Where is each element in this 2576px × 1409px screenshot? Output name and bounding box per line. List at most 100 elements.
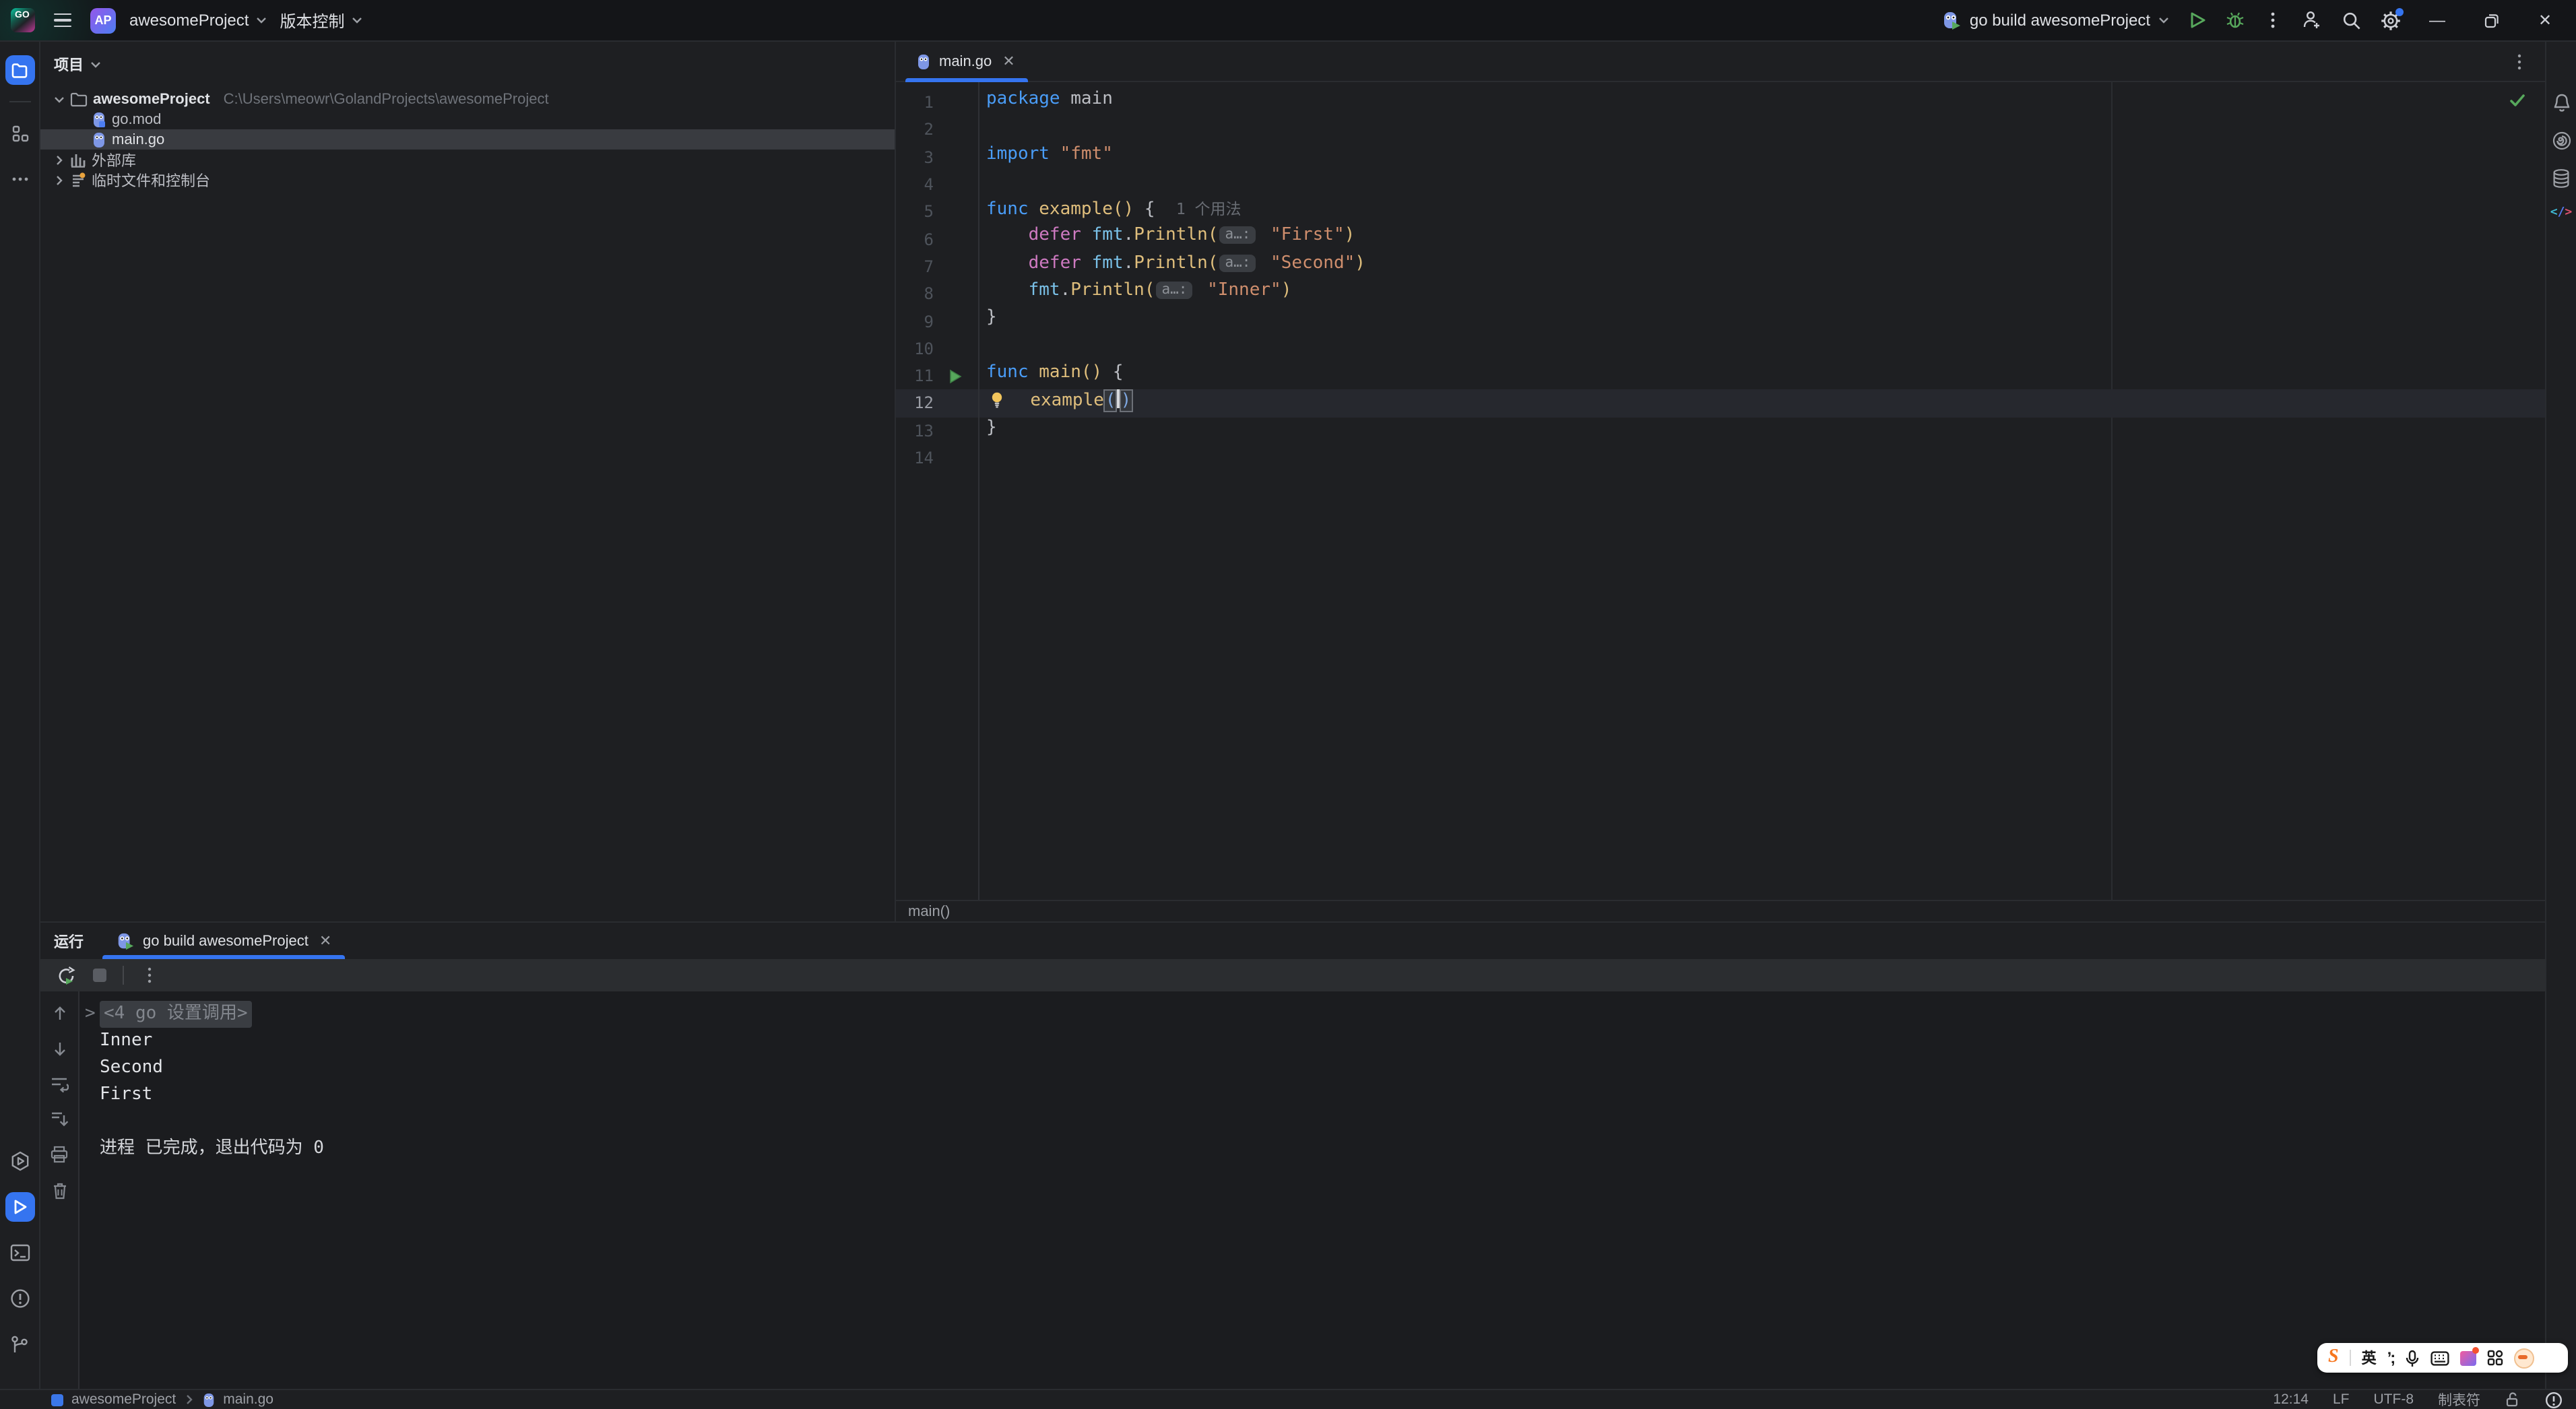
- editor-gutter[interactable]: 1 2 3 4 5 6 7 8 9 10 11 12 13 14: [896, 82, 979, 900]
- console-more-icon[interactable]: [140, 966, 159, 985]
- clear-console-icon[interactable]: [51, 1181, 68, 1200]
- search-icon[interactable]: [2342, 10, 2362, 30]
- run-panel-title[interactable]: 运行: [40, 923, 97, 959]
- services-tool-button[interactable]: [5, 1146, 34, 1176]
- problems-tool-button[interactable]: [5, 1284, 34, 1313]
- rerun-button[interactable]: [57, 965, 77, 985]
- tree-row-maingo-selected[interactable]: main.go: [40, 129, 895, 150]
- ime-punctuation-icon[interactable]: ’;: [2387, 1348, 2396, 1367]
- gutter-line[interactable]: 9: [896, 308, 978, 335]
- chevron-collapsed-icon[interactable]: [54, 154, 65, 165]
- scroll-down-icon[interactable]: [51, 1040, 68, 1057]
- scroll-up-icon[interactable]: [51, 1005, 68, 1022]
- tab-options-icon[interactable]: [2510, 53, 2529, 71]
- vcs-menu[interactable]: 版本控制: [280, 9, 362, 32]
- close-tab-icon[interactable]: ✕: [1002, 53, 1015, 70]
- unlock-icon[interactable]: [2505, 1391, 2521, 1408]
- database-icon[interactable]: [2552, 168, 2571, 189]
- run-tool-button[interactable]: [5, 1192, 34, 1222]
- run-configuration-selector[interactable]: go build awesomeProject: [1941, 10, 2169, 30]
- close-tab-icon[interactable]: ✕: [319, 932, 331, 950]
- structure-tool-button[interactable]: [5, 119, 34, 148]
- settings-notification-dot: [2395, 7, 2404, 15]
- gutter-line[interactable]: 1: [896, 89, 978, 117]
- project-badge[interactable]: AP: [90, 7, 116, 33]
- gopher-run-icon: [118, 932, 134, 950]
- tree-row-root[interactable]: awesomeProject C:\Users\meowr\GolandProj…: [40, 89, 895, 109]
- indent-style[interactable]: 制表符: [2438, 1389, 2480, 1409]
- gutter-line[interactable]: 6: [896, 226, 978, 253]
- console-output[interactable]: > <4 go 设置调用> Inner Second First 进程 已完成，退出代码为…: [79, 991, 2545, 1389]
- notifications-bell-icon[interactable]: [2551, 93, 2571, 113]
- gutter-line[interactable]: 7: [896, 253, 978, 281]
- breadcrumb[interactable]: main(): [896, 900, 2545, 921]
- run-button[interactable]: [2188, 11, 2207, 30]
- minimize-button[interactable]: —: [2420, 11, 2455, 30]
- gutter-line[interactable]: 13: [896, 417, 978, 445]
- folded-setup-calls[interactable]: <4 go 设置调用>: [100, 1001, 252, 1028]
- sogou-logo-icon[interactable]: S: [2328, 1347, 2339, 1369]
- more-tool-windows-button[interactable]: [5, 164, 34, 194]
- gutter-line[interactable]: 11: [896, 362, 978, 390]
- gutter-line[interactable]: 4: [896, 171, 978, 199]
- ime-emoji-icon[interactable]: [2514, 1348, 2535, 1368]
- run-line-icon[interactable]: [948, 368, 962, 383]
- ime-skin-icon[interactable]: [2460, 1346, 2480, 1365]
- project-tool-button[interactable]: [5, 55, 34, 85]
- code-line: import "fmt": [986, 143, 1113, 164]
- editor: main.go ✕ 1 2 3 4 5 6 7 8 9 10 11 12 13 14 package ma…: [896, 42, 2545, 921]
- code-line: defer fmt.Println(a…: "First"): [1028, 225, 1355, 246]
- breadcrumb-item[interactable]: main(): [908, 903, 950, 919]
- tree-row-gomod[interactable]: go.mod: [40, 109, 895, 129]
- intention-bulb-icon[interactable]: [989, 391, 1005, 409]
- scroll-to-end-icon[interactable]: [50, 1110, 69, 1127]
- tree-row-external-libs[interactable]: 外部库: [40, 150, 895, 170]
- endpoints-code-icon[interactable]: </>: [2550, 206, 2573, 220]
- line-separator[interactable]: LF: [2333, 1391, 2350, 1408]
- debug-button[interactable]: [2226, 11, 2245, 30]
- version-control-tool-button[interactable]: [5, 1330, 34, 1359]
- status-project[interactable]: awesomeProject: [71, 1391, 176, 1408]
- file-encoding[interactable]: UTF-8: [2374, 1391, 2414, 1408]
- gutter-line[interactable]: 5: [896, 198, 978, 226]
- tab-maingo[interactable]: main.go ✕: [905, 42, 1029, 82]
- chevron-collapsed-icon[interactable]: [54, 174, 65, 185]
- close-button[interactable]: ✕: [2527, 11, 2563, 30]
- caret-position[interactable]: 12:14: [2273, 1391, 2309, 1408]
- soft-wrap-icon[interactable]: [50, 1075, 69, 1092]
- ai-assistant-icon[interactable]: [2551, 131, 2571, 151]
- gutter-line[interactable]: 12: [896, 389, 978, 418]
- terminal-tool-button[interactable]: [5, 1238, 34, 1268]
- restore-button[interactable]: [2474, 13, 2509, 28]
- ime-mic-icon[interactable]: [2405, 1349, 2420, 1367]
- editor-code-area[interactable]: 1 2 3 4 5 6 7 8 9 10 11 12 13 14 package main import "…: [896, 82, 2545, 900]
- chevron-down-icon: [91, 62, 100, 68]
- settings-button[interactable]: [2381, 7, 2404, 30]
- stop-button[interactable]: [93, 969, 106, 982]
- project-selector[interactable]: awesomeProject: [129, 11, 266, 30]
- tree-row-scratches[interactable]: 临时文件和控制台: [40, 170, 895, 190]
- left-tool-rail: [0, 42, 40, 1389]
- gutter-line[interactable]: 2: [896, 117, 978, 144]
- project-panel-header[interactable]: 项目: [40, 42, 895, 84]
- run-tab[interactable]: go build awesomeProject ✕: [102, 923, 346, 959]
- inspection-widget-icon[interactable]: [2545, 1391, 2563, 1408]
- inspection-ok-icon[interactable]: [2509, 92, 2526, 109]
- more-actions-icon[interactable]: [2263, 11, 2282, 30]
- main-menu-icon[interactable]: [49, 7, 77, 33]
- gutter-line[interactable]: 3: [896, 143, 978, 171]
- chevron-expanded-icon[interactable]: [54, 94, 65, 104]
- status-file[interactable]: main.go: [223, 1391, 273, 1408]
- gutter-line[interactable]: 8: [896, 280, 978, 308]
- code-with-me-icon[interactable]: [2301, 9, 2323, 31]
- scratches-icon: [73, 172, 86, 187]
- fold-expander-icon[interactable]: >: [85, 1001, 100, 1028]
- gutter-line[interactable]: 10: [896, 335, 978, 362]
- ime-apps-grid-icon[interactable]: [2487, 1350, 2503, 1366]
- code-lines[interactable]: package main import "fmt" func example() {…: [979, 82, 2545, 900]
- print-icon[interactable]: [50, 1145, 69, 1164]
- ime-keyboard-icon[interactable]: [2430, 1350, 2449, 1365]
- root-project-name: awesomeProject: [93, 91, 210, 107]
- ime-language-mode[interactable]: 英: [2362, 1347, 2377, 1369]
- gutter-line[interactable]: 14: [896, 445, 978, 472]
